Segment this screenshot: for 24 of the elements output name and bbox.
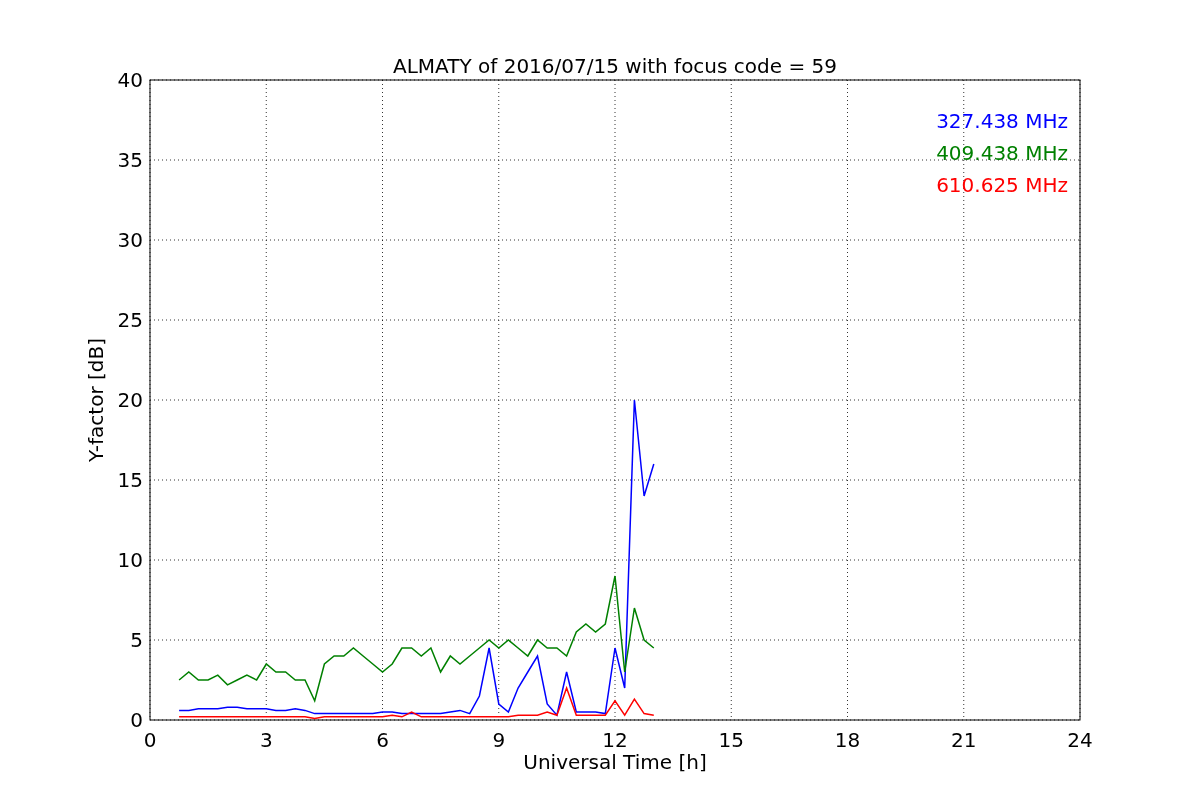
legend-label: 409.438 MHz: [936, 141, 1068, 165]
y-tick-label: 35: [117, 148, 143, 172]
x-tick-label: 6: [376, 728, 389, 752]
x-tick-label: 3: [259, 728, 273, 752]
x-axis-label: Universal Time [h]: [523, 750, 707, 774]
x-tick-label: 18: [834, 728, 861, 752]
y-tick-label: 25: [117, 308, 143, 332]
x-tick-label: 21: [951, 728, 977, 752]
y-tick-label: 30: [117, 228, 143, 252]
chart-title: ALMATY of 2016/07/15 with focus code = 59: [393, 54, 837, 78]
y-axis-label: Y-factor [dB]: [84, 338, 108, 462]
x-tick-label: 0: [143, 728, 157, 752]
y-tick-label: 40: [117, 68, 143, 92]
x-tick-label: 24: [1067, 728, 1093, 752]
x-tick-label: 15: [718, 728, 744, 752]
legend-label: 327.438 MHz: [936, 109, 1068, 133]
y-tick-label: 10: [117, 548, 143, 572]
y-tick-label: 15: [117, 468, 143, 492]
y-tick-label: 0: [130, 708, 143, 732]
legend-label: 610.625 MHz: [936, 173, 1068, 197]
x-tick-label: 12: [602, 728, 628, 752]
y-tick-label: 20: [117, 388, 143, 412]
y-tick-label: 5: [130, 628, 143, 652]
x-tick-label: 9: [492, 728, 506, 752]
